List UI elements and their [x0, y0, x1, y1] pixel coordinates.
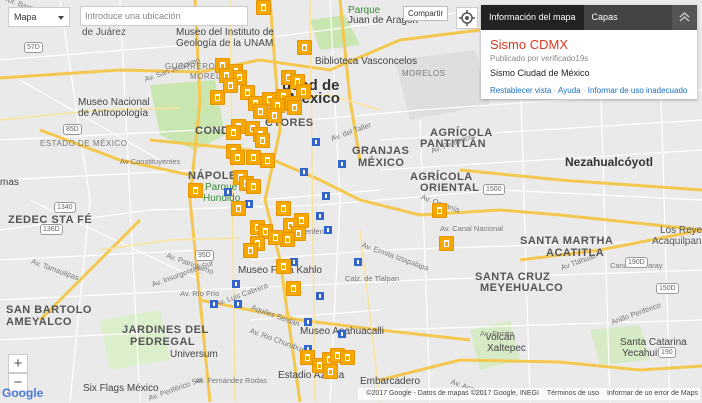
- copyright-text: ©2017 Google - Datos de mapas ©2017 Goog…: [366, 390, 539, 397]
- collapse-button[interactable]: [672, 5, 697, 30]
- google-logo-text: Google: [2, 386, 44, 400]
- reset-view-link[interactable]: Restablecer vista: [490, 86, 551, 95]
- metro-station-icon[interactable]: [316, 292, 324, 300]
- highway-shield: 150D: [656, 283, 679, 294]
- my-location-button[interactable]: [456, 7, 478, 29]
- tab-map-info[interactable]: Información del mapa: [481, 5, 584, 30]
- map-footer: ©2017 Google - Datos de mapas ©2017 Goog…: [358, 388, 700, 400]
- building-collapse-marker[interactable]: [243, 243, 258, 258]
- highway-shield: 1500: [483, 184, 505, 195]
- metro-station-icon[interactable]: [224, 188, 232, 196]
- building-collapse-marker[interactable]: [439, 236, 454, 251]
- metro-station-icon[interactable]: [354, 258, 362, 266]
- building-collapse-marker[interactable]: [253, 104, 268, 119]
- layer-name[interactable]: Sismo Ciudad de México: [490, 68, 688, 78]
- link-separator: ·: [582, 86, 586, 95]
- chevron-down-icon: [58, 16, 64, 20]
- terms-link[interactable]: Términos de uso: [547, 390, 599, 397]
- search-box[interactable]: [80, 6, 248, 26]
- report-error-link[interactable]: Informar de un error de Maps: [607, 390, 698, 397]
- building-collapse-marker[interactable]: [226, 125, 241, 140]
- park-east: [590, 325, 650, 365]
- published-by: Publicado por verificado19s: [490, 54, 589, 63]
- metro-station-icon[interactable]: [338, 330, 346, 338]
- building-collapse-marker[interactable]: [432, 203, 447, 218]
- metro-station-icon[interactable]: [300, 168, 308, 176]
- search-input[interactable]: [85, 8, 243, 24]
- chevron-up-icon: [679, 12, 690, 22]
- highway-shield: 85D: [63, 124, 82, 135]
- building-collapse-marker[interactable]: [223, 78, 238, 93]
- zoom-in-button[interactable]: +: [8, 354, 28, 373]
- crosshair-icon: [459, 10, 475, 26]
- map-title: Sismo CDMX: [490, 37, 569, 52]
- metro-station-icon[interactable]: [316, 212, 324, 220]
- building-collapse-marker[interactable]: [255, 133, 270, 148]
- report-abuse-link[interactable]: Informar de uso inadecuado: [588, 86, 688, 95]
- google-logo: Google: [2, 386, 43, 400]
- highway-shield: 95D: [195, 250, 214, 261]
- map-info-panel: Información del mapa Capas Sismo CDMX Pu…: [481, 5, 697, 99]
- panel-links: Restablecer vista · Ayuda · Informar de …: [490, 86, 688, 95]
- building-collapse-marker[interactable]: [340, 350, 355, 365]
- metro-station-icon[interactable]: [290, 258, 298, 266]
- building-collapse-marker[interactable]: [260, 153, 275, 168]
- building-collapse-marker[interactable]: [287, 100, 302, 115]
- building-collapse-marker[interactable]: [246, 150, 261, 165]
- building-collapse-marker[interactable]: [230, 150, 245, 165]
- link-separator: ·: [553, 86, 557, 95]
- building-collapse-marker[interactable]: [286, 281, 301, 296]
- highway-shield: 136D: [40, 224, 63, 235]
- metro-station-icon[interactable]: [324, 226, 332, 234]
- building-collapse-marker[interactable]: [256, 0, 271, 15]
- highway-shield: 190D: [625, 257, 648, 268]
- building-collapse-marker[interactable]: [188, 183, 203, 198]
- panel-content: Sismo CDMX Publicado por verificado19s S…: [481, 30, 697, 103]
- building-collapse-marker[interactable]: [268, 230, 283, 245]
- map-type-select[interactable]: Mapa: [8, 7, 70, 27]
- metro-station-icon[interactable]: [234, 300, 242, 308]
- building-collapse-marker[interactable]: [297, 40, 312, 55]
- highway-shield: 190: [658, 347, 676, 358]
- metro-station-icon[interactable]: [312, 138, 320, 146]
- building-collapse-marker[interactable]: [231, 201, 246, 216]
- park-pedregal: [100, 310, 170, 370]
- building-collapse-marker[interactable]: [267, 108, 282, 123]
- metro-station-icon[interactable]: [210, 300, 218, 308]
- panel-tabs: Información del mapa Capas: [481, 5, 697, 30]
- building-collapse-marker[interactable]: [276, 201, 291, 216]
- metro-station-icon[interactable]: [245, 200, 253, 208]
- share-button[interactable]: Compartir: [403, 6, 449, 21]
- metro-station-icon[interactable]: [322, 192, 330, 200]
- map-type-label: Mapa: [14, 12, 37, 22]
- highway-shield: 1340: [54, 202, 76, 213]
- metro-station-icon[interactable]: [304, 318, 312, 326]
- building-collapse-marker[interactable]: [323, 364, 338, 379]
- tab-layers[interactable]: Capas: [584, 5, 626, 30]
- building-collapse-marker[interactable]: [246, 179, 261, 194]
- help-link[interactable]: Ayuda: [558, 86, 581, 95]
- metro-station-icon[interactable]: [338, 160, 346, 168]
- highway-shield: 57D: [24, 42, 43, 53]
- metro-station-icon[interactable]: [232, 280, 240, 288]
- building-collapse-marker[interactable]: [276, 259, 291, 274]
